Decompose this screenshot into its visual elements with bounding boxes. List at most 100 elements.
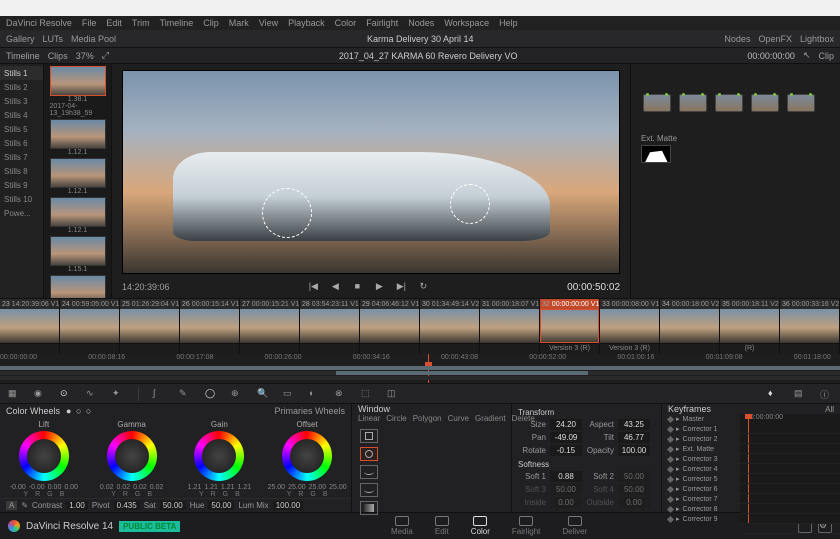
cursor-icon[interactable]: ↖ <box>803 50 811 61</box>
menu-item[interactable]: Timeline <box>160 18 194 28</box>
gallery-tab[interactable]: Stills 10 <box>0 192 43 206</box>
clip-thumbnail[interactable]: 3600:00:33:16V2 <box>780 299 840 343</box>
blur-icon[interactable]: ◐ <box>309 388 321 400</box>
gallery-tab[interactable]: Stills 7 <box>0 150 43 164</box>
stabilizer-icon[interactable]: ▭ <box>283 388 295 400</box>
tilt-field[interactable]: 46.77 <box>618 432 650 443</box>
keyframe-track-label[interactable]: ▸Corrector 3 <box>662 454 740 464</box>
menu-item[interactable]: File <box>82 18 97 28</box>
sizing-icon[interactable]: ⬚ <box>361 388 373 400</box>
clip-thumbnail[interactable]: 3001:34:49:14V2 <box>420 299 480 343</box>
clip-thumbnail[interactable]: 2400:59:05:00V1 <box>60 299 120 343</box>
primaries-mode[interactable]: Primaries Wheels <box>274 406 345 416</box>
pivot-field[interactable]: 0.435 <box>114 501 140 510</box>
menu-item[interactable]: Mark <box>229 18 249 28</box>
clips-dropdown[interactable]: Clips <box>48 51 68 61</box>
rgb-mixer-icon[interactable]: ∿ <box>86 388 98 400</box>
first-frame-button[interactable]: |◀ <box>306 281 320 293</box>
gallery-tab[interactable]: Stills 4 <box>0 108 43 122</box>
node[interactable] <box>679 94 707 112</box>
color-match-icon[interactable]: ◉ <box>34 388 46 400</box>
clip-thumbnail[interactable]: 2314:20:39:06V1 <box>0 299 60 343</box>
gallery-toggle[interactable]: Gallery <box>6 34 35 44</box>
keyframe-track-label[interactable]: ▸Ext. Matte <box>662 444 740 454</box>
matte-thumbnail[interactable] <box>641 145 671 163</box>
curve-shape-item[interactable] <box>360 465 378 479</box>
gallery-tab[interactable]: Stills 1 <box>0 66 43 80</box>
tracker-icon[interactable]: ⊕ <box>231 388 243 400</box>
clip-thumbnail[interactable]: 3400:00:18:00V2 <box>660 299 720 343</box>
clip-thumbnail[interactable]: 3100:00:18:07V1 <box>480 299 540 343</box>
menu-item[interactable]: Workspace <box>444 18 489 28</box>
gallery-tab[interactable]: Stills 6 <box>0 136 43 150</box>
menu-item[interactable]: Nodes <box>408 18 434 28</box>
menu-item[interactable]: View <box>259 18 278 28</box>
page-color[interactable]: Color <box>471 516 490 536</box>
camera-raw-icon[interactable]: ▦ <box>8 388 20 400</box>
gallery-tab[interactable]: Stills 8 <box>0 164 43 178</box>
keyframe-track-label[interactable]: ▸Master <box>662 414 740 424</box>
key-icon[interactable]: ⊗ <box>335 388 347 400</box>
contrast-field[interactable]: 1.00 <box>66 501 88 510</box>
still-thumbnail[interactable]: 1.12.1 <box>50 158 106 195</box>
keyframe-track-label[interactable]: ▸Corrector 7 <box>662 494 740 504</box>
clip-thumbnail[interactable]: 2904:06:46:12V1 <box>360 299 420 343</box>
still-thumbnail[interactable]: 1.12.1 <box>50 119 106 156</box>
node[interactable] <box>787 94 815 112</box>
menu-item[interactable]: Clip <box>203 18 219 28</box>
menu-item[interactable]: DaVinci Resolve <box>6 18 72 28</box>
power-window-overlay[interactable] <box>262 188 312 238</box>
timeline-dropdown[interactable]: Timeline <box>6 51 40 61</box>
rotate-field[interactable]: -0.15 <box>550 445 582 456</box>
play-button[interactable]: ▶ <box>372 281 386 293</box>
zoom-field[interactable]: 37% <box>76 51 94 61</box>
clip-thumbnail[interactable]: 2600:00:15:14V1 <box>180 299 240 343</box>
shape-linear[interactable]: Linear <box>358 414 380 423</box>
gallery-tab[interactable]: Powe... <box>0 206 43 220</box>
stereo-icon[interactable]: ◫ <box>387 388 399 400</box>
mediapool-toggle[interactable]: Media Pool <box>71 34 116 44</box>
hue-field[interactable]: 50.00 <box>208 501 234 510</box>
curve-shape-item[interactable] <box>360 483 378 497</box>
lightbox-toggle[interactable]: Lightbox <box>800 34 834 44</box>
size-field[interactable]: 24.20 <box>550 419 582 430</box>
loop-button[interactable]: ↻ <box>416 281 430 293</box>
shape-gradient[interactable]: Gradient <box>475 414 506 423</box>
node[interactable] <box>715 94 743 112</box>
nodes-toggle[interactable]: Nodes <box>724 34 750 44</box>
still-thumbnail[interactable]: 1.15.1 <box>50 236 106 273</box>
gallery-tab[interactable]: Stills 3 <box>0 94 43 108</box>
keyframe-track-label[interactable]: ▸Corrector 1 <box>662 424 740 434</box>
menu-item[interactable]: Fairlight <box>366 18 398 28</box>
keyframe-timeline[interactable]: 00:00:00:00 <box>740 414 840 524</box>
pan-field[interactable]: -49.09 <box>550 432 582 443</box>
timecode-display[interactable]: 00:00:00:00 <box>747 51 795 61</box>
viewer-image[interactable] <box>122 70 620 274</box>
curves-icon[interactable]: ∫ <box>153 388 165 400</box>
prev-button[interactable]: ◀ <box>328 281 342 293</box>
page-media[interactable]: Media <box>391 516 413 536</box>
keyframe-track-label[interactable]: ▸Corrector 2 <box>662 434 740 444</box>
wheel-mode-dots[interactable]: ● ○ ○ <box>66 406 92 416</box>
magnifier-icon[interactable]: 🔍 <box>257 388 269 400</box>
color-wheel[interactable] <box>107 431 157 481</box>
mini-timeline[interactable]: 00:00:00:0000:00:08:1600:00:17:0800:00:2… <box>0 354 840 384</box>
color-wheels-icon[interactable]: ⊙ <box>60 388 72 400</box>
shape-circle[interactable]: Circle <box>386 414 406 423</box>
clip-mode[interactable]: Clip <box>818 51 834 61</box>
page-deliver[interactable]: Deliver <box>562 516 587 536</box>
menu-item[interactable]: Help <box>499 18 518 28</box>
eyedropper-icon[interactable]: ✎ <box>21 501 28 510</box>
clip-thumbnail[interactable]: 3500:00:18:11V2 <box>720 299 780 343</box>
menu-item[interactable]: Trim <box>132 18 150 28</box>
scopes-icon[interactable]: ▤ <box>794 388 806 400</box>
sat-field[interactable]: 50.00 <box>160 501 186 510</box>
shape-polygon[interactable]: Polygon <box>413 414 442 423</box>
node-graph[interactable]: Ext. Matte <box>630 64 840 298</box>
keyframe-track-label[interactable]: ▸Corrector 5 <box>662 474 740 484</box>
gallery-tab[interactable]: Stills 5 <box>0 122 43 136</box>
clip-thumbnail[interactable]: 2700:00:15:21V1 <box>240 299 300 343</box>
menu-item[interactable]: Color <box>335 18 357 28</box>
soft1-field[interactable]: 0.88 <box>550 471 582 482</box>
color-wheel[interactable] <box>19 431 69 481</box>
